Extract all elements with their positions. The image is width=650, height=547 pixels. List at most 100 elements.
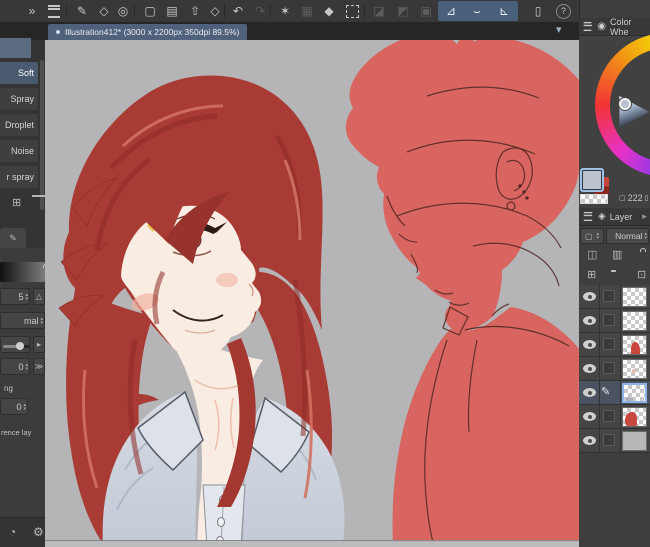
sv-triangle[interactable] [619,64,650,160]
clip-to-layer-icon[interactable]: ◫ [587,250,597,261]
layer-row[interactable] [579,309,650,333]
spinner-chevrons-icon[interactable]: ▴ ▾ [40,316,43,325]
layer-thumbnail[interactable] [622,406,647,427]
grid-icon[interactable]: ▦ [297,2,317,20]
unsaved-dot-icon [56,30,60,34]
layer-header-extra-icon[interactable]: ▸ [642,211,647,222]
spinner-chevrons-icon[interactable]: ▴ ▾ [23,402,26,411]
subtool-item-soft[interactable]: Soft [0,62,38,84]
panel-overflow-icon[interactable]: » [22,2,42,20]
visibility-eye-icon[interactable] [583,316,596,325]
layer-checkbox[interactable] [603,314,615,326]
wrench-icon[interactable]: ⚙ [33,526,44,538]
color-wheel-header[interactable]: ◉ Color Whe [579,18,650,37]
density-field[interactable]: 0 ▴ ▾ [0,358,30,375]
layer-thumbnail[interactable] [622,334,647,355]
layer-row[interactable] [579,285,650,309]
more-options-button[interactable]: ≫ [33,358,45,375]
visibility-eye-icon[interactable] [583,436,596,445]
new-layer-icon[interactable]: ⊞ [587,270,596,281]
fill-icon[interactable]: ◆ [319,2,339,20]
clear-icon[interactable]: ✶ [275,2,295,20]
timelapse-icon[interactable]: ◔ [9,526,16,538]
tab-list-chevron-icon[interactable]: ▾ [556,23,562,36]
layer-thumbnail[interactable] [622,310,647,331]
visibility-eye-icon[interactable] [583,340,596,349]
layer-effect-icon[interactable]: ▥ [612,250,622,261]
subtool-item-droplet[interactable]: Droplet [0,114,38,136]
document-tab[interactable]: Illustration412* (3000 x 2200px 350dpi 8… [48,24,248,40]
slider-expand-button[interactable]: ▸ [33,336,45,353]
panel-menu-icon[interactable] [583,211,593,222]
layer-checkbox[interactable] [603,362,615,374]
layer-thumbnail[interactable] [622,286,647,307]
brush-size-field[interactable]: 5 ▴ ▾ [0,288,30,305]
pasteboard [45,541,579,547]
tool-property-tab[interactable]: ✎ [0,228,26,248]
redo-icon[interactable]: ↷ [250,2,270,20]
layer-panel-header[interactable]: ◈ Layer ▸ [579,208,650,226]
slider-handle[interactable] [16,342,24,350]
layer-checkbox[interactable] [603,290,615,302]
undo-icon[interactable]: ↶ [228,2,248,20]
panel-menu-icon[interactable] [583,21,593,32]
layer-checkbox[interactable] [603,338,615,350]
layer-row[interactable] [579,357,650,381]
add-subtool-icon[interactable]: ⊞ [12,198,21,209]
transparent-color-swatch[interactable] [580,194,608,204]
new-file-icon[interactable]: ▢ [140,2,160,20]
brush-size-slider-button[interactable]: △ [33,288,45,305]
snap-to-grid-icon[interactable]: ⊾ [494,2,514,20]
brush-preview-strip[interactable] [0,262,45,282]
main-menu-icon[interactable] [44,2,64,20]
save-file-icon[interactable]: ⇧ [185,2,205,20]
spinner-chevrons-icon[interactable]: ▴ ▾ [25,292,28,301]
selected-tool-block[interactable] [0,38,31,58]
subtool-item-noise[interactable]: Noise [0,140,38,162]
color-selector-ring[interactable] [619,98,631,110]
invert-selection-icon[interactable]: ▣ [416,2,436,20]
layer-row[interactable] [579,429,650,453]
subtool-item-spray[interactable]: Spray [0,88,38,110]
visibility-eye-icon[interactable] [583,388,596,397]
layer-blend-mode-dropdown[interactable]: Normal ▴ ▾ [606,228,649,244]
snap-to-special-ruler-icon[interactable]: ⌣ [467,2,487,20]
toolbar-separator [134,4,135,18]
spinner-chevrons-icon[interactable]: ▴ ▾ [25,362,28,371]
layer-thumbnail[interactable] [622,430,647,451]
open-file-icon[interactable]: ▤ [162,2,182,20]
subtool-item-color-spray[interactable]: r spray [0,166,38,188]
snap-to-ruler-icon[interactable]: ⊿ [441,2,461,20]
clip-studio-paint-window: » ✎ ◇ ◎ ▢ ▤ ⇧ ◇ ↶ ↷ ✶ ▦ ◆ ◪ ◩ ▣ ⊿ ⌣ ⊾ ▯ … [0,0,650,547]
deselect-icon[interactable]: ◩ [393,2,413,20]
layer-row[interactable] [579,405,650,429]
layer-checkbox[interactable] [603,410,615,422]
blend-mode-dropdown[interactable]: mal ▴ ▾ [0,312,45,329]
transfer-layer-icon[interactable]: ⊡ [637,270,646,281]
visibility-eye-icon[interactable] [583,292,596,301]
window-size-icon[interactable]: ◇ [94,2,114,20]
transform-frame-icon[interactable] [342,2,362,20]
layer-row[interactable] [579,333,650,357]
layer-thumbnail[interactable] [622,358,647,379]
secondary-value-field[interactable]: 0 ▴ ▾ [0,398,28,415]
main-color-swatch[interactable] [580,168,604,192]
layer-checkbox[interactable] [603,434,615,446]
slider-track[interactable] [3,342,29,350]
companion-mode-icon[interactable]: ▯ [528,2,548,20]
artwork[interactable] [45,28,579,547]
layer-row-selected[interactable]: ✎ [579,381,650,405]
canvas-viewport[interactable] [45,28,579,547]
visibility-eye-icon[interactable] [583,412,596,421]
density-slider[interactable] [0,336,30,353]
hsv-icon: ▯ [644,195,649,202]
export-icon[interactable]: ◇ [205,2,225,20]
visibility-eye-icon[interactable] [583,364,596,373]
thumbnail-size-dropdown[interactable]: ▢ ▴ ▾ [580,228,604,244]
subtool-scrollbar[interactable] [40,60,44,210]
edit-in-app-icon[interactable]: ✎ [72,2,92,20]
layer-thumbnail[interactable] [622,382,647,403]
help-icon[interactable]: ? [556,4,571,19]
select-area-icon[interactable]: ◪ [369,2,389,20]
clip-studio-home-icon[interactable]: ◎ [113,2,133,20]
